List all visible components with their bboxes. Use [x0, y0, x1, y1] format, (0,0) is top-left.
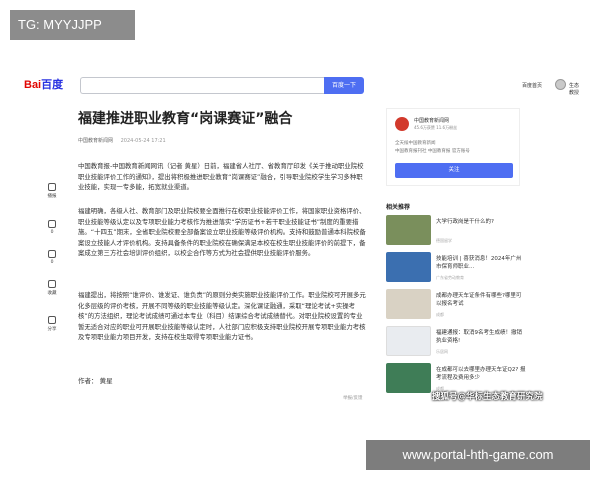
article-author: 作者： 黄星: [78, 377, 113, 385]
related-source: 德国留学: [436, 238, 452, 243]
baidu-logo[interactable]: Bai百度: [24, 76, 63, 92]
thumb-up-icon: [48, 220, 56, 228]
related-text: 福建通报：取消9名考生成绩！撤销执业资格!: [436, 330, 523, 344]
related-text: 在成都可以去哪里办理天车证Q2? 报考流程及费用多少: [436, 367, 526, 381]
related-source: 成都: [436, 312, 444, 317]
rail-label: 分享: [47, 327, 57, 332]
author-desc-2: 中国教育报刊社 中国教育报 官方账号: [395, 149, 470, 154]
star-icon: [48, 280, 56, 288]
related-item[interactable]: 大学行政岗是干什么的? 德国留学: [386, 215, 526, 245]
watermark: 搜狐号@华标生态教育研究院: [432, 392, 543, 402]
related-item[interactable]: 在成都可以去哪里办理天车证Q2? 报考流程及费用多少 成都: [386, 363, 526, 393]
rail-label: 播报: [47, 194, 57, 199]
related-source: 广东省劳动教育: [436, 275, 464, 280]
article-paragraph-3: 福建提出，将按照“谁评价、谁发证、谁负责”的原则分类实施职业技能评价工作。职业院…: [78, 291, 366, 341]
rail-label: 收藏: [47, 291, 57, 296]
rail-label: 0: [50, 230, 54, 235]
related-text: 大学行政岗是干什么的?: [436, 219, 494, 225]
article-paragraph-2: 福建明确，各级人社、教育部门及职业院校要全面推行在校职业技能评价工作，将国家职业…: [78, 207, 366, 257]
related-text: 成都办理天车证条件有哪些?哪里可以报名考试: [436, 293, 522, 307]
rail-label: 0: [50, 260, 54, 265]
related-item[interactable]: 技能培训 | 喜获消息！2024年广州市保育师职业... 广东省劳动教育: [386, 252, 526, 282]
rail-share[interactable]: 分享: [42, 316, 62, 332]
rail-listen[interactable]: 播报: [42, 183, 62, 199]
related-source: 乐居网: [436, 349, 448, 354]
article-meta: 中国教育新闻网 2024-05-24 17:21: [78, 137, 166, 144]
rail-collect[interactable]: 收藏: [42, 280, 62, 296]
search-button[interactable]: 百度一下: [324, 77, 364, 94]
article-source[interactable]: 中国教育新闻网: [78, 138, 113, 144]
search-input[interactable]: [80, 77, 324, 94]
rail-like[interactable]: 0: [42, 220, 62, 235]
home-link[interactable]: 百度首页: [522, 82, 542, 89]
related-thumbnail: [386, 326, 431, 356]
rail-comment[interactable]: 0: [42, 250, 62, 265]
author-stats: 45.6万获赞 11.6万粉丝: [414, 125, 458, 130]
author-card: 中国教育新闻网 45.6万获赞 11.6万粉丝 全天候中国教育新闻 中国教育报刊…: [386, 108, 520, 186]
article-date: 2024-05-24 17:21: [120, 138, 166, 144]
follow-button[interactable]: 关注: [395, 163, 513, 178]
related-thumbnail: [386, 289, 431, 319]
article-page: Bai百度 百度一下 百度首页 生态教授 福建推进职业教育“岗课赛证”融合 中国…: [18, 70, 582, 410]
report-link[interactable]: 举报/反馈: [343, 395, 363, 401]
article-paragraph-1: 中国教育报-中国教育新闻网讯（记者 黄星）日前，福建省人社厅、省教育厅印发《关于…: [78, 162, 364, 191]
share-icon: [48, 316, 56, 324]
related-text: 技能培训 | 喜获消息！2024年广州市保育师职业...: [436, 256, 522, 270]
author-name[interactable]: 中国教育新闻网: [414, 117, 449, 124]
comment-icon: [48, 250, 56, 258]
logo-text-cn: 百度: [41, 79, 64, 91]
related-item[interactable]: 成都办理天车证条件有哪些?哪里可以报名考试 成都: [386, 289, 526, 319]
speaker-icon: [48, 183, 56, 191]
author-desc: 全天候中国教育新闻: [395, 141, 436, 146]
article-title: 福建推进职业教育“岗课赛证”融合: [78, 111, 293, 127]
url-banner: www.portal-hth-game.com: [366, 440, 590, 470]
user-name[interactable]: 生态教授: [569, 82, 582, 96]
tg-badge: TG: MYYJJPP: [10, 10, 135, 40]
related-title: 相关推荐: [386, 204, 411, 211]
logo-text: Bai: [24, 79, 42, 91]
user-avatar-icon[interactable]: [555, 79, 566, 90]
related-item[interactable]: 福建通报：取消9名考生成绩！撤销执业资格! 乐居网: [386, 326, 526, 356]
top-bar: Bai百度 百度一下 百度首页 生态教授: [18, 70, 582, 102]
related-thumbnail: [386, 215, 431, 245]
author-avatar-icon[interactable]: [395, 117, 409, 131]
related-thumbnail: [386, 252, 431, 282]
related-thumbnail: [386, 363, 431, 393]
